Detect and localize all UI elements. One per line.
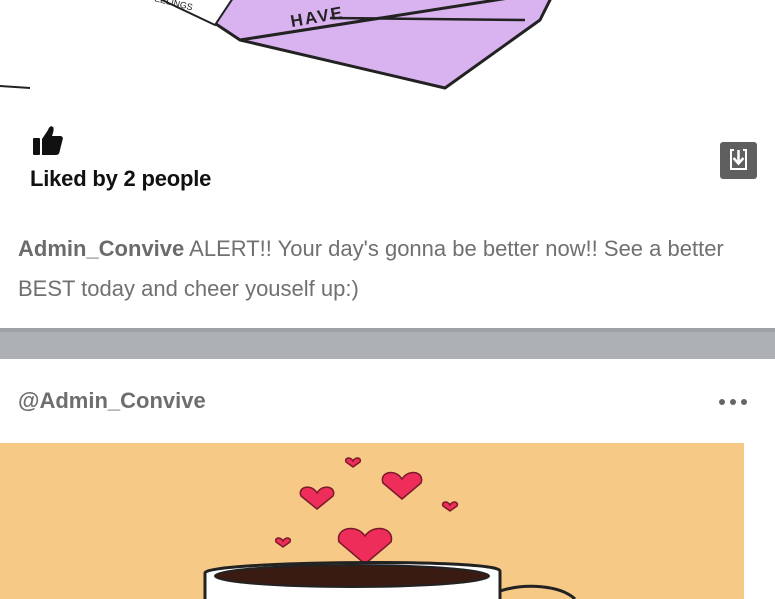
envelope-small-text: FEELINGS	[148, 0, 194, 12]
post-image-1: FEELINGS HAVE	[0, 0, 775, 92]
card-divider	[0, 328, 775, 332]
download-button[interactable]	[720, 142, 757, 179]
post-caption: Admin_Convive ALERT!! Your day's gonna b…	[18, 229, 758, 309]
heart-shape	[337, 527, 393, 565]
more-options-button[interactable]	[716, 392, 750, 412]
heart-shape	[274, 537, 292, 548]
post-image-2	[0, 443, 744, 599]
post-author-handle[interactable]: @Admin_Convive	[18, 388, 206, 414]
likes-count: Liked by 2 people	[30, 166, 212, 191]
heart-shape	[441, 501, 459, 512]
caption-author[interactable]: Admin_Convive	[18, 236, 184, 261]
thumbs-up-icon[interactable]	[30, 124, 66, 158]
heart-shape	[381, 471, 423, 500]
more-options-icon	[719, 399, 747, 405]
heart-shape	[299, 486, 335, 510]
heart-shape	[344, 457, 362, 468]
download-icon	[730, 147, 747, 170]
